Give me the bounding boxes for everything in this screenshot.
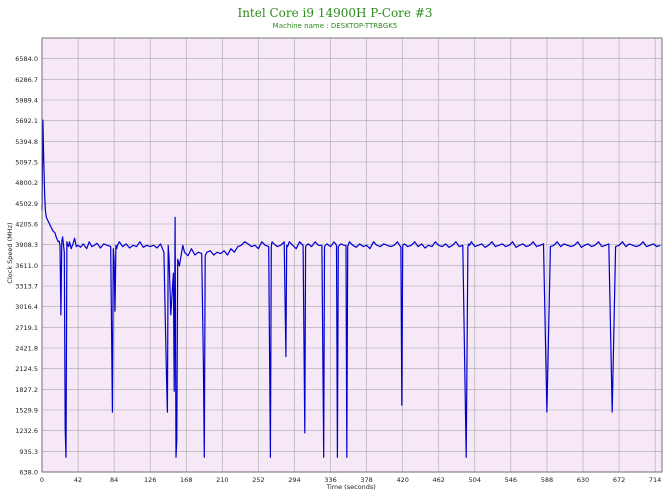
chart-title: Intel Core i9 14900H P-Core #3	[237, 6, 432, 20]
y-tick-label: 5097.5	[15, 159, 38, 167]
x-tick-label: 252	[252, 476, 264, 484]
y-tick-label: 638.0	[19, 469, 38, 477]
y-tick-label: 4800.2	[15, 179, 38, 187]
plot-area: 0 42 84 126 168 210 252 294 336 378 420 462 504 546 58…	[15, 37, 663, 484]
y-tick-label: 5692.1	[15, 117, 38, 125]
y-tick-label: 1827.2	[15, 386, 38, 394]
x-tick-label: 672	[613, 476, 625, 484]
x-tick-label: 0	[40, 476, 44, 484]
y-tick-label: 935.3	[19, 448, 38, 456]
y-tick-label: 4205.6	[15, 221, 38, 229]
y-tick-label: 2124.5	[15, 365, 38, 373]
x-tick-label: 42	[74, 476, 82, 484]
clock-speed-chart: Intel Core i9 14900H P-Core #3 Machine n…	[6, 6, 663, 491]
x-tick-label: 420	[396, 476, 408, 484]
y-axis-label: Clock Speed (MHz)	[6, 222, 14, 283]
y-tick-label: 3016.4	[15, 303, 38, 311]
x-tick-label: 462	[433, 476, 445, 484]
plot-background	[42, 38, 662, 472]
y-tick-label: 6584.0	[15, 55, 38, 63]
x-tick-label: 210	[216, 476, 228, 484]
x-tick-label: 546	[505, 476, 517, 484]
x-tick-label: 630	[577, 476, 589, 484]
y-tick-label: 5989.4	[15, 97, 38, 105]
y-tick-label: 3908.3	[15, 241, 38, 249]
x-tick-label: 504	[469, 476, 481, 484]
y-tick-label: 2421.8	[15, 345, 38, 353]
y-tick-label: 3313.7	[15, 283, 38, 291]
x-tick-label: 588	[541, 476, 553, 484]
y-tick-label: 4502.9	[15, 200, 38, 208]
y-tick-label: 2719.1	[15, 324, 38, 332]
x-tick-label: 294	[288, 476, 300, 484]
x-axis-label: Time (seconds)	[325, 483, 376, 491]
x-tick-label: 126	[144, 476, 156, 484]
chart-subtitle: Machine name : DESKTOP-TTRBGK5	[273, 22, 398, 30]
y-tick-label: 5394.8	[15, 138, 38, 146]
y-tick-label: 1232.6	[15, 427, 38, 435]
x-tick-label: 84	[110, 476, 118, 484]
x-tick-label: 714	[649, 476, 661, 484]
x-tick-label: 168	[180, 476, 192, 484]
y-tick-label: 6286.7	[15, 76, 38, 84]
y-tick-label: 3611.0	[15, 262, 38, 270]
y-tick-label: 1529.9	[15, 407, 38, 415]
